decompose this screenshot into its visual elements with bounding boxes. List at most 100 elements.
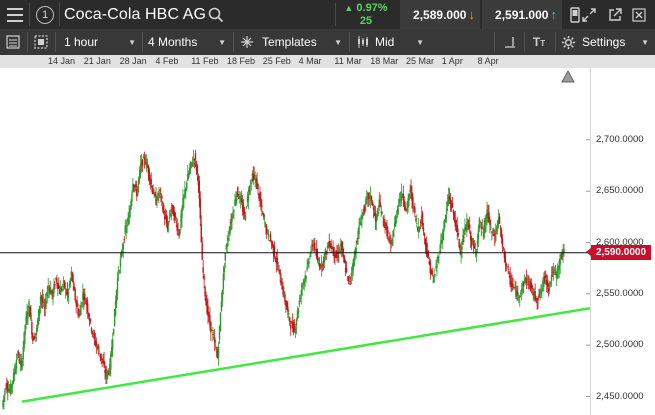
candle-body	[265, 226, 268, 234]
price-chart[interactable]	[0, 68, 590, 415]
range-select[interactable]: 4 Months ▼	[148, 29, 232, 55]
candle-body	[122, 244, 124, 250]
candle-body	[394, 216, 397, 227]
candle-body	[379, 202, 381, 207]
candle-body	[223, 267, 226, 273]
candle-body	[74, 289, 76, 301]
candle-body	[81, 302, 83, 305]
candle-body	[546, 280, 549, 287]
candle-body	[116, 277, 119, 294]
candle-body	[301, 284, 303, 287]
price-tick-label: 2,550.0000	[596, 287, 644, 299]
sell-price-button[interactable]: 2,589.000 ↓	[400, 0, 480, 29]
candle-body	[540, 291, 542, 295]
instrument-name[interactable]: Coca-Cola HBC AG	[64, 0, 206, 29]
popout-icon	[609, 7, 622, 21]
candle-body	[61, 285, 64, 287]
candle-body	[520, 292, 522, 295]
time-tick-label: 11 Feb	[191, 56, 219, 66]
candle-body	[35, 327, 38, 333]
instrument-number-badge[interactable]: 1	[33, 0, 57, 29]
candle-body	[476, 240, 479, 246]
candle-body	[42, 302, 45, 303]
candle-body	[393, 230, 395, 238]
text-tool-button[interactable]: TT	[528, 29, 550, 55]
time-axis[interactable]: 14 Jan 21 Jan 28 Jan 4 Feb 11 Feb 18 Feb 25 Fe…	[0, 55, 655, 68]
candle-body	[226, 243, 228, 248]
candle-body	[455, 220, 457, 224]
candle-body	[469, 224, 471, 229]
candle-body	[538, 294, 540, 298]
candle-body	[200, 224, 202, 243]
candle-body	[76, 300, 78, 307]
candle-body	[350, 273, 353, 276]
layout-button[interactable]	[32, 29, 50, 55]
candle-body	[150, 179, 152, 185]
candle-body	[299, 297, 302, 299]
chart-list-button[interactable]	[4, 29, 22, 55]
candle-body	[362, 212, 364, 216]
close-button[interactable]	[628, 0, 650, 29]
candle-body	[498, 216, 501, 224]
candle-body	[356, 241, 358, 243]
candle-body	[384, 226, 386, 228]
candle-body	[305, 276, 307, 279]
price-type-select[interactable]: Mid ▼	[356, 29, 430, 55]
candle-body	[35, 333, 37, 336]
draw-tool-button[interactable]	[501, 29, 519, 55]
candle-body	[502, 247, 505, 249]
gear-icon	[561, 35, 576, 49]
candle-body	[103, 360, 105, 366]
candle-body	[402, 193, 405, 201]
candle-body	[289, 317, 291, 323]
time-tick-label: 14 Jan	[48, 56, 76, 66]
up-arrow-icon: ↑	[550, 7, 557, 22]
candle-body	[496, 221, 499, 230]
popout-button[interactable]	[604, 0, 626, 29]
candle-body	[198, 181, 201, 199]
candle-body	[471, 241, 474, 243]
current-price-tag: 2,590.0000	[586, 245, 651, 261]
candle-body	[383, 218, 385, 227]
candle-body	[396, 208, 399, 214]
candle-body	[38, 305, 41, 316]
candle-body	[27, 312, 29, 319]
interval-select[interactable]: 1 hour ▼	[64, 29, 142, 55]
candle-body	[259, 192, 261, 201]
search-button[interactable]	[203, 0, 229, 29]
candle-body	[63, 281, 66, 288]
candle-body	[348, 281, 351, 282]
candle-body	[49, 286, 51, 294]
candle-body	[188, 168, 191, 174]
candle-body	[212, 333, 214, 336]
candle-body	[273, 246, 276, 257]
menu-button[interactable]	[0, 0, 29, 29]
candle-body	[554, 272, 557, 273]
candle-body	[349, 277, 352, 279]
candle-body	[477, 229, 480, 240]
candle-body	[560, 257, 562, 259]
scroll-to-latest-button[interactable]	[561, 69, 575, 83]
candle-body	[395, 215, 398, 218]
candle-body	[10, 385, 13, 388]
drawing-tool-icon	[505, 37, 515, 48]
triangle-up-icon	[561, 69, 575, 83]
templates-button[interactable]: Templates ▼	[240, 29, 348, 55]
candle-body	[67, 289, 70, 298]
candle-body	[269, 234, 272, 241]
candle-body	[382, 217, 384, 219]
candle-body	[549, 281, 552, 284]
candle-body	[89, 319, 92, 322]
settings-button[interactable]: Settings ▼	[561, 29, 655, 55]
buy-price-button[interactable]: 2,591.000 ↑	[482, 0, 562, 29]
candle-body	[370, 196, 373, 202]
candle-body	[418, 227, 421, 231]
candle-body	[433, 275, 435, 283]
expand-button[interactable]	[578, 0, 600, 29]
candle-body	[536, 301, 538, 303]
candle-body	[510, 281, 512, 284]
candle-body	[512, 284, 514, 287]
candle-body	[437, 255, 439, 262]
candle-body	[427, 251, 430, 258]
candle-body	[507, 269, 509, 271]
